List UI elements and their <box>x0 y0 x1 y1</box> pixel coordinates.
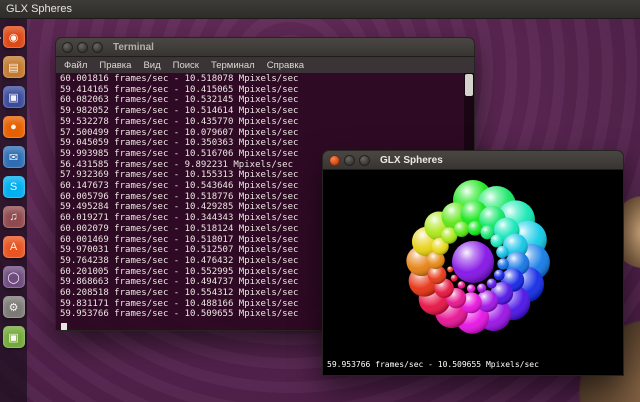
terminal-scrollbar-handle[interactable] <box>465 74 473 96</box>
glx-status-text: 59.953766 frames/sec - 10.509655 Mpixels… <box>327 360 539 369</box>
system-settings-icon: ⚙ <box>8 301 19 314</box>
terminal-titlebar[interactable]: Terminal <box>55 37 475 57</box>
top-panel: GLX Spheres <box>0 0 640 19</box>
green-app-icon: ▣ <box>8 331 19 344</box>
menu-item-terminal[interactable]: Терминал <box>211 60 255 71</box>
maximize-button[interactable] <box>92 41 103 53</box>
launcher-icon-libreoffice[interactable]: ▣ <box>2 86 25 108</box>
ubuntu-one-icon: ◯ <box>7 271 20 284</box>
menu-item-edit[interactable]: Правка <box>99 60 131 71</box>
close-button[interactable] <box>329 154 340 166</box>
ubuntu-dash-icon: ◉ <box>8 31 19 44</box>
launcher-icon-firefox[interactable]: ● <box>2 116 25 138</box>
firefox-icon: ● <box>10 121 17 133</box>
launcher-icon-files[interactable]: ▤ <box>2 56 25 78</box>
launcher-icon-system-settings[interactable]: ⚙ <box>2 296 25 318</box>
glx-render-area: 59.953766 frames/sec - 10.509655 Mpixels… <box>322 170 624 376</box>
minimize-button[interactable] <box>344 154 355 166</box>
glx-spheres-canvas <box>406 180 550 334</box>
launcher-icon-skype[interactable]: S <box>2 176 25 198</box>
media-player-icon: ♫ <box>9 211 18 223</box>
glx-spheres-window: GLX Spheres 59.953766 frames/sec - 10.50… <box>322 150 624 376</box>
terminal-menubar: Файл Правка Вид Поиск Терминал Справка <box>55 57 475 73</box>
files-icon: ▤ <box>8 61 19 74</box>
menu-item-view[interactable]: Вид <box>143 60 160 71</box>
launcher-icon-email[interactable]: ✉ <box>2 146 25 168</box>
menu-item-file[interactable]: Файл <box>64 60 87 71</box>
launcher-icon-ubuntu-dash[interactable]: ◉ <box>0 26 25 48</box>
terminal-cursor <box>61 323 67 330</box>
glx-titlebar[interactable]: GLX Spheres <box>322 150 624 170</box>
close-button[interactable] <box>62 41 73 53</box>
software-center-icon: A <box>9 241 18 253</box>
skype-icon: S <box>9 181 18 193</box>
glx-title: GLX Spheres <box>380 154 443 166</box>
email-icon: ✉ <box>8 151 19 164</box>
menu-item-help[interactable]: Справка <box>267 60 304 71</box>
maximize-button[interactable] <box>359 154 370 166</box>
launcher-icon-ubuntu-one[interactable]: ◯ <box>2 266 25 288</box>
libreoffice-icon: ▣ <box>8 91 19 104</box>
desktop: GLX Spheres ◉ ▤ ▣ ● ✉ S ♫ A ◯ ⚙ ▣ Terminal Файл Пр… <box>0 0 640 402</box>
minimize-button[interactable] <box>77 41 88 53</box>
launcher: ◉ ▤ ▣ ● ✉ S ♫ A ◯ ⚙ ▣ <box>0 19 27 402</box>
launcher-icon-software-center[interactable]: A <box>2 236 25 258</box>
terminal-title: Terminal <box>113 41 154 53</box>
launcher-icon-media-player[interactable]: ♫ <box>2 206 25 228</box>
running-indicator-arrow <box>0 34 1 42</box>
panel-app-title: GLX Spheres <box>6 3 73 15</box>
menu-item-search[interactable]: Поиск <box>173 60 199 71</box>
launcher-icon-green-app[interactable]: ▣ <box>2 326 25 348</box>
